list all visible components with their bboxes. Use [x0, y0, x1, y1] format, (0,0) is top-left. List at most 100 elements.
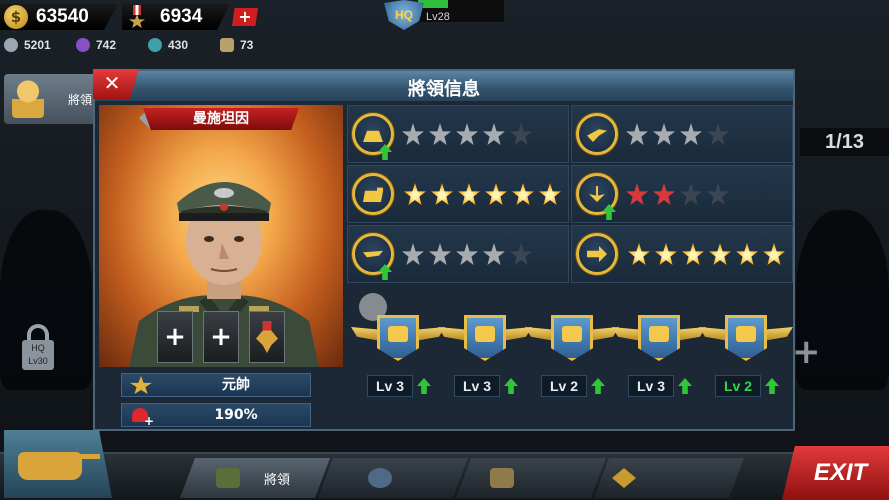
oil-icon	[76, 38, 90, 52]
medal-resource: 6934	[122, 4, 230, 30]
top-resource-bar: $ 63540 6934 + 5201 742 430 73 HQ Lv28	[0, 0, 889, 58]
filled-star-icon	[431, 183, 453, 205]
gold-coin-icon: $	[4, 5, 28, 29]
filled-star-icon	[653, 123, 675, 145]
unit-medal[interactable]: Lv 2	[525, 315, 619, 405]
skill-cell	[347, 165, 569, 223]
skill-stars	[628, 243, 790, 265]
tank-icon[interactable]	[352, 173, 394, 215]
gold-resource: $ 63540	[0, 4, 118, 30]
health-row: 190%	[121, 403, 311, 428]
equipment-slot-1[interactable]: +	[157, 311, 193, 363]
filled-star-icon	[628, 243, 650, 265]
filled-star-icon	[682, 243, 704, 265]
rank-value: 元帥	[222, 377, 250, 393]
add-slot-icon: +	[792, 332, 821, 372]
filled-star-icon	[539, 183, 561, 205]
upgrade-arrow-icon[interactable]	[504, 378, 518, 394]
filled-star-icon	[456, 243, 478, 265]
medal-level: Lv 2	[715, 375, 761, 397]
sidebar-tab-label: 將領	[68, 93, 93, 107]
lock-hq-label: HQ	[31, 343, 45, 353]
nav-tab-items[interactable]	[594, 458, 744, 498]
filled-star-icon	[736, 243, 758, 265]
equipped-medal-slot[interactable]	[249, 311, 285, 363]
hq-level: Lv28	[426, 11, 450, 23]
equipment-slot-2[interactable]: +	[203, 311, 239, 363]
map-pin-icon	[490, 468, 514, 488]
general-info-dialog: 將領信息 ✕ 曼施坦因 + + 元帥 + 190% Lv 3 Lv 3 Lv 2…	[93, 69, 795, 431]
skill-stars	[402, 123, 537, 145]
filled-star-icon	[680, 123, 702, 145]
rank-star-icon	[130, 376, 152, 394]
general-page-counter: 1/13	[800, 128, 889, 156]
filled-star-icon	[429, 243, 451, 265]
medal-level: Lv 3	[367, 375, 413, 397]
war-medal-icon	[126, 5, 148, 29]
filled-star-icon	[655, 243, 677, 265]
magnifier-icon	[368, 468, 392, 488]
health-heart-icon	[132, 408, 154, 428]
oil-amount: 742	[96, 38, 117, 52]
skill-stars	[626, 183, 734, 205]
filled-star-icon	[512, 183, 534, 205]
army-tank-button[interactable]	[4, 430, 112, 498]
filled-star-icon	[485, 183, 507, 205]
medal-level: Lv 3	[454, 375, 500, 397]
lock-level-label: Lv30	[28, 356, 48, 366]
upgrade-arrow-icon[interactable]	[678, 378, 692, 394]
card-pack-icon	[220, 38, 234, 52]
skill-grid	[347, 105, 793, 285]
hq-lock-icon: HQ Lv30	[20, 324, 56, 372]
skill-cell	[571, 225, 793, 283]
filled-star-icon	[456, 123, 478, 145]
upgrade-arrow-icon[interactable]	[417, 378, 431, 394]
oil-resource: 742	[76, 37, 116, 53]
buy-medals-button[interactable]: +	[232, 8, 258, 26]
filled-star-icon	[626, 123, 648, 145]
medal-level: Lv 2	[541, 375, 587, 397]
skill-stars	[404, 183, 566, 205]
parts-amount: 430	[168, 38, 189, 52]
medal-shield-icon	[551, 315, 593, 361]
unit-medal[interactable]: Lv 3	[438, 315, 532, 405]
empty-star-icon	[707, 123, 729, 145]
hq-badge-icon[interactable]: HQ	[384, 0, 424, 30]
empty-star-icon	[707, 183, 729, 205]
skill-stars	[402, 243, 537, 265]
nav-tab-research[interactable]	[318, 458, 468, 498]
filled-star-icon	[626, 183, 648, 205]
artillery-icon[interactable]	[576, 113, 618, 155]
empty-star-icon	[510, 123, 532, 145]
unit-medal[interactable]: Lv 2	[699, 315, 793, 405]
unit-medal[interactable]: Lv 3	[612, 315, 706, 405]
medal-amount: 6934	[160, 6, 203, 27]
filled-star-icon	[458, 183, 480, 205]
upgrade-arrow-icon[interactable]	[765, 378, 779, 394]
officer-cap-icon	[216, 468, 240, 488]
parts-icon	[148, 38, 162, 52]
dialog-title: 將領信息	[408, 79, 480, 100]
health-value: 190%	[214, 407, 258, 423]
skill-cell	[571, 165, 793, 223]
filled-star-icon	[402, 123, 424, 145]
empty-star-icon	[680, 183, 702, 205]
unit-medal[interactable]: Lv 3	[351, 315, 445, 405]
filled-star-icon	[483, 243, 505, 265]
gear-amount: 5201	[24, 38, 51, 52]
empty-star-icon	[510, 243, 532, 265]
filled-star-icon	[709, 243, 731, 265]
nav-tab-map[interactable]	[456, 458, 606, 498]
upgrade-arrow-icon[interactable]	[591, 378, 605, 394]
nav-tab-generals-label: 將領	[264, 473, 291, 488]
diamond-icon	[612, 468, 636, 488]
exit-button[interactable]: EXIT	[782, 446, 889, 500]
filled-star-icon	[653, 183, 675, 205]
filled-star-icon	[429, 123, 451, 145]
medal-shield-icon	[377, 315, 419, 361]
sidebar-tab-generals[interactable]: 將領	[4, 74, 100, 124]
nav-tab-generals[interactable]: 將領	[180, 458, 330, 498]
gear-icon	[4, 38, 18, 52]
movement-icon[interactable]	[576, 233, 618, 275]
medal-level: Lv 3	[628, 375, 674, 397]
